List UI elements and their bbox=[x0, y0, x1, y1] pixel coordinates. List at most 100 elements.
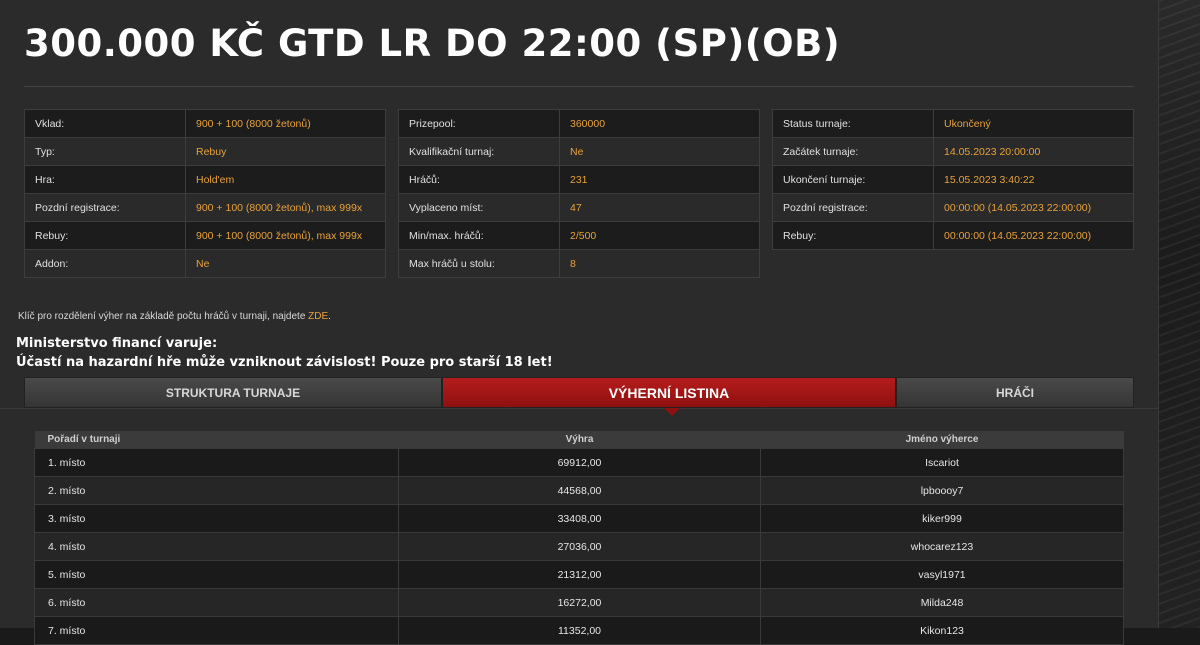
info-label: Rebuy: bbox=[772, 221, 934, 250]
info-value: 8 bbox=[559, 249, 760, 278]
table-row: 3. místo 33408,00 kiker999 bbox=[34, 504, 1124, 533]
info-value: Ne bbox=[185, 249, 386, 278]
info-label: Hra: bbox=[24, 165, 186, 194]
winner-name-cell: Milda248 bbox=[760, 588, 1124, 617]
info-label: Vklad: bbox=[24, 109, 186, 138]
info-label: Prizepool: bbox=[398, 109, 560, 138]
tab-tournament-structure[interactable]: STRUKTURA TURNAJE bbox=[24, 377, 442, 408]
info-value: Hold'em bbox=[185, 165, 386, 194]
winner-name-cell: Kikon123 bbox=[760, 616, 1124, 645]
info-row: Typ: Rebuy bbox=[24, 137, 386, 166]
winner-name-cell: whocarez123 bbox=[760, 532, 1124, 561]
info-value: 900 + 100 (8000 žetonů), max 999x bbox=[185, 193, 386, 222]
prize-cell: 69912,00 bbox=[398, 448, 761, 477]
info-label: Typ: bbox=[24, 137, 186, 166]
info-row: Status turnaje: Ukončený bbox=[772, 109, 1134, 138]
active-tab-pointer bbox=[664, 408, 680, 416]
info-row: Rebuy: 900 + 100 (8000 žetonů), max 999x bbox=[24, 221, 386, 250]
winners-table: Pořadí v turnaji Výhra Jméno výherce 1. … bbox=[34, 431, 1124, 645]
gambling-warning: Ministerstvo financí varuje: Účastí na h… bbox=[16, 334, 553, 372]
warning-line-2: Účastí na hazardní hře může vzniknout zá… bbox=[16, 355, 553, 370]
info-value: 00:00:00 (14.05.2023 22:00:00) bbox=[933, 193, 1134, 222]
page-title: 300.000 KČ GTD LR DO 22:00 (SP)(OB) bbox=[24, 22, 841, 65]
info-value: 360000 bbox=[559, 109, 760, 138]
warning-line-1: Ministerstvo financí varuje: bbox=[16, 336, 218, 351]
prize-cell: 27036,00 bbox=[398, 532, 761, 561]
info-value: 231 bbox=[559, 165, 760, 194]
info-label: Rebuy: bbox=[24, 221, 186, 250]
winner-name-cell: kiker999 bbox=[760, 504, 1124, 533]
info-value: 900 + 100 (8000 žetonů) bbox=[185, 109, 386, 138]
prize-cell: 11352,00 bbox=[398, 616, 761, 645]
info-label: Pozdní registrace: bbox=[772, 193, 934, 222]
winners-header-row: Pořadí v turnaji Výhra Jméno výherce bbox=[34, 431, 1124, 449]
info-row: Vklad: 900 + 100 (8000 žetonů) bbox=[24, 109, 386, 138]
info-label: Ukončení turnaje: bbox=[772, 165, 934, 194]
winner-name-cell: lpboooy7 bbox=[760, 476, 1124, 505]
title-divider bbox=[24, 86, 1134, 87]
tournament-info-table-3: Status turnaje: Ukončený Začátek turnaje: 1… bbox=[772, 109, 1134, 250]
prize-cell: 44568,00 bbox=[398, 476, 761, 505]
info-label: Status turnaje: bbox=[772, 109, 934, 138]
prize-cell: 21312,00 bbox=[398, 560, 761, 589]
tournament-panel: 300.000 KČ GTD LR DO 22:00 (SP)(OB) Vkla… bbox=[0, 0, 1159, 645]
info-label: Začátek turnaje: bbox=[772, 137, 934, 166]
info-value: Rebuy bbox=[185, 137, 386, 166]
info-value: Ukončený bbox=[933, 109, 1134, 138]
table-row: 5. místo 21312,00 vasyl1971 bbox=[34, 560, 1124, 589]
table-row: 6. místo 16272,00 Milda248 bbox=[34, 588, 1124, 617]
rank-cell: 5. místo bbox=[34, 560, 399, 589]
payout-key-text: Klíč pro rozdělení výher na základě počt… bbox=[18, 311, 306, 322]
table-row: 2. místo 44568,00 lpboooy7 bbox=[34, 476, 1124, 505]
info-value: 15.05.2023 3:40:22 bbox=[933, 165, 1134, 194]
info-value: Ne bbox=[559, 137, 760, 166]
payout-key-link[interactable]: ZDE bbox=[308, 311, 328, 322]
info-row: Ukončení turnaje: 15.05.2023 3:40:22 bbox=[772, 165, 1134, 194]
info-label: Hráčů: bbox=[398, 165, 560, 194]
prize-cell: 16272,00 bbox=[398, 588, 761, 617]
tournament-info-table-2: Prizepool: 360000 Kvalifikační turnaj: Ne Hr… bbox=[398, 109, 760, 278]
info-label: Max hráčů u stolu: bbox=[398, 249, 560, 278]
info-row: Min/max. hráčů: 2/500 bbox=[398, 221, 760, 250]
info-row: Kvalifikační turnaj: Ne bbox=[398, 137, 760, 166]
rank-cell: 4. místo bbox=[34, 532, 399, 561]
info-label: Vyplaceno míst: bbox=[398, 193, 560, 222]
rank-cell: 2. místo bbox=[34, 476, 399, 505]
info-row: Začátek turnaje: 14.05.2023 20:00:00 bbox=[772, 137, 1134, 166]
winner-name-cell: Iscariot bbox=[760, 448, 1124, 477]
info-value: 900 + 100 (8000 žetonů), max 999x bbox=[185, 221, 386, 250]
header-winner-name: Jméno výherce bbox=[760, 431, 1124, 449]
table-row: 1. místo 69912,00 Iscariot bbox=[34, 448, 1124, 477]
info-row: Max hráčů u stolu: 8 bbox=[398, 249, 760, 278]
table-row: 7. místo 11352,00 Kikon123 bbox=[34, 616, 1124, 645]
tab-players[interactable]: HRÁČI bbox=[896, 377, 1134, 408]
info-label: Kvalifikační turnaj: bbox=[398, 137, 560, 166]
info-value: 2/500 bbox=[559, 221, 760, 250]
info-row: Rebuy: 00:00:00 (14.05.2023 22:00:00) bbox=[772, 221, 1134, 250]
tournament-info-table-1: Vklad: 900 + 100 (8000 žetonů) Typ: Rebuy Hr… bbox=[24, 109, 386, 278]
table-row: 4. místo 27036,00 whocarez123 bbox=[34, 532, 1124, 561]
header-prize: Výhra bbox=[398, 431, 761, 449]
rank-cell: 3. místo bbox=[34, 504, 399, 533]
info-row: Hra: Hold'em bbox=[24, 165, 386, 194]
prize-cell: 33408,00 bbox=[398, 504, 761, 533]
info-row: Pozdní registrace: 00:00:00 (14.05.2023 2… bbox=[772, 193, 1134, 222]
header-rank: Pořadí v turnaji bbox=[34, 431, 399, 449]
rank-cell: 1. místo bbox=[34, 448, 399, 477]
info-row: Prizepool: 360000 bbox=[398, 109, 760, 138]
tab-winners-list[interactable]: VÝHERNÍ LISTINA bbox=[442, 377, 896, 408]
info-value: 47 bbox=[559, 193, 760, 222]
info-label: Min/max. hráčů: bbox=[398, 221, 560, 250]
info-label: Pozdní registrace: bbox=[24, 193, 186, 222]
info-row: Vyplaceno míst: 47 bbox=[398, 193, 760, 222]
info-label: Addon: bbox=[24, 249, 186, 278]
info-row: Addon: Ne bbox=[24, 249, 386, 278]
info-value: 00:00:00 (14.05.2023 22:00:00) bbox=[933, 221, 1134, 250]
payout-key-note: Klíč pro rozdělení výher na základě počt… bbox=[18, 311, 331, 322]
rank-cell: 6. místo bbox=[34, 588, 399, 617]
background-stadium bbox=[1158, 0, 1200, 628]
info-row: Pozdní registrace: 900 + 100 (8000 žetonů… bbox=[24, 193, 386, 222]
winner-name-cell: vasyl1971 bbox=[760, 560, 1124, 589]
tab-bar: STRUKTURA TURNAJE VÝHERNÍ LISTINA HRÁČI bbox=[24, 377, 1134, 408]
payout-key-suffix: . bbox=[328, 311, 331, 322]
